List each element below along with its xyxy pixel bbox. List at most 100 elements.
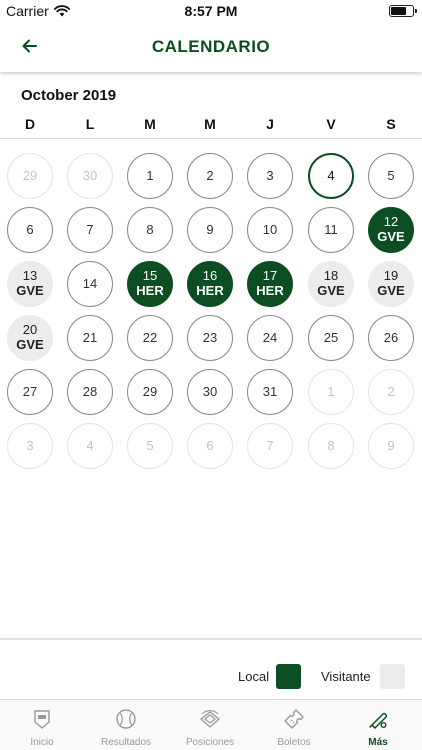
calendar-day[interactable]: 30 [187,369,233,415]
day-number: 4 [86,438,94,453]
calendar-day[interactable]: 2 [187,153,233,199]
calendar-day[interactable]: 7 [247,423,293,469]
weekday-label: D [24,116,36,132]
day-number: 24 [262,330,278,345]
calendar-day[interactable]: 20 GVE [7,315,53,361]
calendar-day[interactable]: 8 [308,423,354,469]
weekday-label: V [326,116,336,132]
calendar-day[interactable]: 11 [308,207,354,253]
calendar-day[interactable]: 29 [7,153,53,199]
day-number: 25 [323,330,339,345]
calendar-day[interactable]: 24 [247,315,293,361]
page-title: CALENDARIO [151,37,271,56]
legend-visit-swatch [380,664,405,689]
day-number: 1 [146,168,154,183]
tab-resultados[interactable]: Resultados [84,700,168,750]
day-number: 27 [22,384,38,399]
bat-and-ball-icon [369,712,388,729]
tab-bar: Inicio Resultados Posiciones Boletos Más [0,699,422,750]
calendar-day[interactable]: 17 HER [247,261,293,307]
calendar-day[interactable]: 14 [67,261,113,307]
tab-label: Posiciones [185,737,235,748]
day-number: 22 [142,330,158,345]
calendar-day[interactable]: 16 HER [187,261,233,307]
navigation-bar: CALENDARIO [0,22,422,72]
day-number: 23 [202,330,218,345]
calendar-day[interactable]: 3 [247,153,293,199]
day-number: 30 [82,168,98,183]
calendar-day[interactable]: 18 GVE [308,261,354,307]
calendar-day[interactable]: 30 [67,153,113,199]
weekday-label: S [386,116,396,132]
calendar-day[interactable]: 9 [368,423,414,469]
legend-local-swatch [276,664,301,689]
status-time: 8:57 PM [184,3,238,19]
calendar-day[interactable]: 25 [308,315,354,361]
calendar-day[interactable]: 3 [7,423,53,469]
tab-inicio[interactable]: Inicio [0,700,84,750]
calendar-day[interactable]: 4 [67,423,113,469]
tab-posiciones[interactable]: Posiciones [168,700,252,750]
day-number: 3 [26,438,34,453]
calendar-day[interactable]: 1 [308,369,354,415]
day-number: 7 [266,438,274,453]
weekday-label: L [85,116,95,132]
calendar-day[interactable]: 23 [187,315,233,361]
day-number: 6 [26,222,34,237]
calendar-day[interactable]: 6 [7,207,53,253]
month-label: October 2019 [21,87,117,104]
calendar-day[interactable]: 2 [368,369,414,415]
day-number: 29 [142,384,158,399]
calendar-day[interactable]: 1 [127,153,173,199]
baseball-icon [116,709,136,729]
game-opponent-label: GVE [16,337,44,352]
game-opponent-label: HER [136,283,164,298]
game-opponent-label: GVE [16,283,44,298]
day-number: 17 [262,268,278,283]
calendar-day[interactable]: 26 [368,315,414,361]
day-number: 29 [22,168,38,183]
calendar-day[interactable]: 27 [7,369,53,415]
calendar-day[interactable]: 10 [247,207,293,253]
calendar-day[interactable]: 13 GVE [7,261,53,307]
day-number: 11 [324,222,338,237]
legend-visit-label: Visitante [321,669,371,684]
calendar-day[interactable]: 22 [127,315,173,361]
weekday-label: M [144,116,156,132]
day-number: 3 [266,168,274,183]
day-number: 21 [82,330,98,345]
tab-label: Más [368,737,388,748]
calendar-day[interactable]: 7 [67,207,113,253]
calendar-day[interactable]: 4 [308,153,354,199]
calendar-day[interactable]: 19 GVE [368,261,414,307]
stadium-icon [200,710,220,728]
day-number: 10 [262,222,278,237]
day-number: 31 [262,384,278,399]
calendar-day[interactable]: 5 [127,423,173,469]
calendar-day[interactable]: 28 [67,369,113,415]
day-number: 7 [86,222,94,237]
calendar-day[interactable]: 12 GVE [368,207,414,253]
battery-icon [389,5,417,17]
tab-boletos[interactable]: Boletos [252,700,336,750]
game-opponent-label: HER [256,283,284,298]
game-opponent-label: GVE [377,229,405,244]
day-number: 16 [202,268,218,283]
calendar-day[interactable]: 5 [368,153,414,199]
calendar-day[interactable]: 29 [127,369,173,415]
tab-mas[interactable]: Más [336,700,420,750]
day-number: 18 [323,268,339,283]
day-number: 8 [146,222,154,237]
day-number: 14 [82,276,98,291]
day-number: 15 [142,268,158,283]
calendar-day[interactable]: 15 HER [127,261,173,307]
status-bar: Carrier 8:57 PM [0,0,422,22]
calendar-day[interactable]: 21 [67,315,113,361]
weekday-label: M [204,116,216,132]
divider [0,138,422,139]
calendar-day[interactable]: 8 [127,207,173,253]
calendar-day[interactable]: 31 [247,369,293,415]
calendar-day[interactable]: 9 [187,207,233,253]
calendar-day[interactable]: 6 [187,423,233,469]
game-opponent-label: GVE [317,283,345,298]
